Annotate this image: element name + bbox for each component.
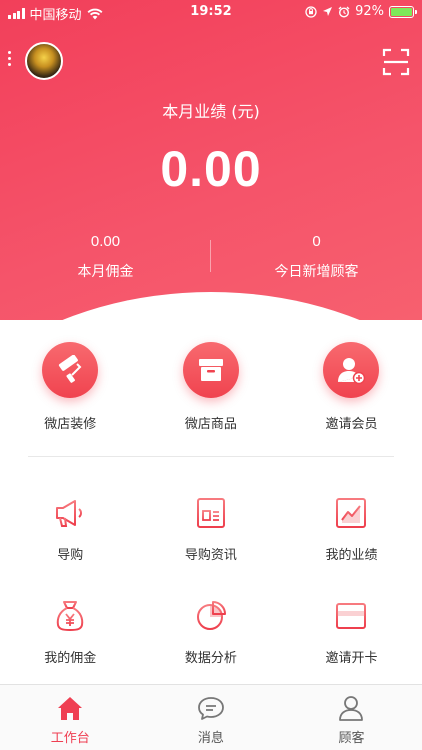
my-commission-button[interactable]: 我的佣金 [0,599,141,666]
message-icon [197,697,224,720]
performance-amount: 0.00 [160,141,262,197]
chart-icon [336,498,367,528]
user-icon [339,696,364,721]
stat-commission[interactable]: 0.00 本月佣金 [0,233,211,281]
quick-action-label: 邀请会员 [325,417,378,432]
performance-title: 本月业绩 (元) [162,102,260,121]
card-icon [336,603,367,629]
avatar[interactable] [25,42,63,80]
quick-action-label: 微店商品 [184,417,237,432]
invite-member-button[interactable]: 邀请会员 [281,342,422,432]
guide-news-button[interactable]: 导购资讯 [141,496,282,563]
invite-card-button[interactable]: 邀请开卡 [281,599,422,666]
tab-label: 消息 [197,731,224,746]
tab-messages[interactable]: 消息 [141,685,282,750]
rotation-lock-icon [305,5,317,18]
alarm-icon [338,6,350,18]
megaphone-icon [56,500,83,527]
add-user-icon [323,342,380,398]
tab-label: 顾客 [338,731,365,746]
grid-label: 我的业绩 [325,548,378,563]
box-icon [182,342,239,398]
hero-curve [0,292,422,320]
grid-label: 导购资讯 [184,548,237,563]
store-products-button[interactable]: 微店商品 [141,342,282,432]
scan-icon[interactable] [382,47,410,77]
grid-label: 导购 [57,548,84,563]
location-icon [323,7,333,16]
pie-chart-icon [196,601,226,630]
stat-new-customers[interactable]: 0 今日新增顾客 [211,233,422,281]
my-performance-button[interactable]: 我的业绩 [281,496,422,563]
feature-grid-row: 我的佣金 数据分析 邀请开卡 [0,599,422,666]
grid-label: 邀请开卡 [325,651,378,666]
grid-label: 我的佣金 [44,651,97,666]
status-right: 92% [305,4,417,19]
stat-value: 0.00 [90,233,121,250]
news-icon [196,498,225,528]
shopping-guide-button[interactable]: 导购 [0,496,141,563]
money-bag-icon [57,601,84,632]
status-bar: 中国移动 19:52 92% [0,0,422,24]
paint-roller-icon [42,342,99,398]
stat-label: 今日新增顾客 [274,264,359,280]
store-decor-button[interactable]: 微店装修 [0,342,141,432]
grid-label: 数据分析 [184,651,237,666]
tab-workbench[interactable]: 工作台 [0,685,141,750]
data-analysis-button[interactable]: 数据分析 [141,599,282,666]
battery-percent: 92% [355,4,384,19]
section-divider [28,456,394,457]
tab-bar: 工作台 消息 顾客 [0,684,422,750]
stat-label: 本月佣金 [77,264,134,280]
quick-action-label: 微店装修 [44,417,97,432]
tab-customers[interactable]: 顾客 [281,685,422,750]
quick-actions: 微店装修 微店商品 邀请会员 [0,342,422,432]
more-menu-icon[interactable] [8,51,11,66]
battery-icon [389,5,417,18]
stat-value: 0 [312,233,321,250]
tab-label: 工作台 [50,731,90,746]
feature-grid-row: 导购 导购资讯 我的业绩 [0,496,422,563]
home-icon [58,697,83,720]
